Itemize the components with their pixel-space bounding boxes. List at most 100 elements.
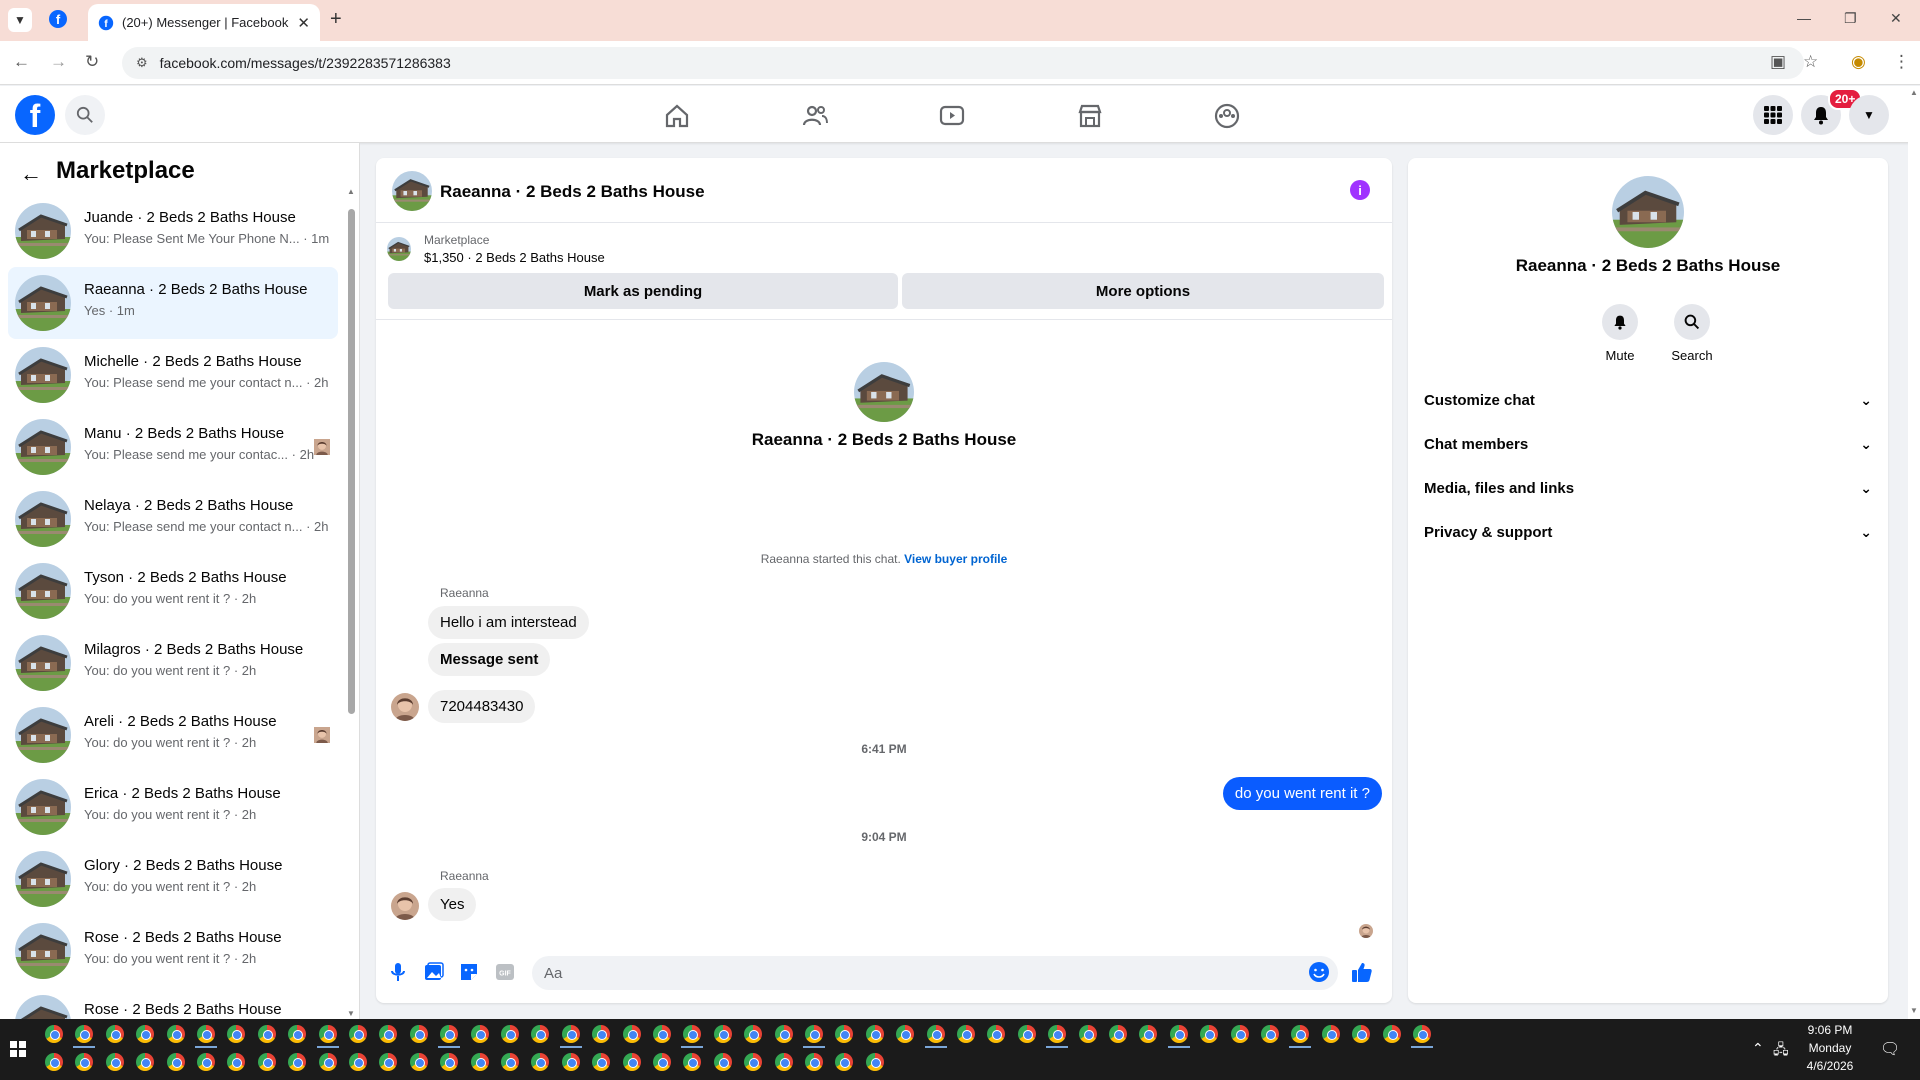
conversation-item[interactable]: Juande · 2 Beds 2 Baths House You: Please… bbox=[8, 195, 338, 267]
site-info-icon[interactable]: ⚙ bbox=[136, 55, 148, 71]
info-icon[interactable]: i bbox=[1350, 180, 1370, 200]
taskbar-chrome-icon[interactable] bbox=[1413, 1025, 1431, 1043]
taskbar-chrome-icon[interactable] bbox=[75, 1053, 94, 1071]
taskbar-chrome-icon[interactable] bbox=[926, 1025, 945, 1043]
taskbar-chrome-icon[interactable] bbox=[45, 1025, 63, 1043]
taskbar-chrome-icon[interactable] bbox=[835, 1053, 854, 1071]
taskbar-chrome-icon[interactable] bbox=[197, 1053, 215, 1071]
emoji-icon[interactable] bbox=[1307, 960, 1331, 984]
taskbar-chrome-icon[interactable] bbox=[653, 1025, 671, 1043]
minimize-icon[interactable]: — bbox=[1797, 10, 1811, 26]
chat-header-avatar[interactable] bbox=[392, 171, 432, 211]
taskbar-chrome-icon[interactable] bbox=[713, 1025, 732, 1043]
chat-members-section[interactable]: Chat members ⌄ bbox=[1424, 424, 1872, 464]
facebook-pinned-tab-icon[interactable]: f bbox=[48, 9, 68, 29]
address-bar[interactable]: ⚙ facebook.com/messages/t/23922835712863… bbox=[122, 47, 1804, 79]
conversation-item[interactable]: Rose · 2 Beds 2 Baths House You: do you w… bbox=[8, 915, 338, 987]
taskbar-chrome-icon[interactable] bbox=[45, 1053, 63, 1071]
message-input[interactable] bbox=[532, 956, 1338, 990]
taskbar-chrome-icon[interactable] bbox=[409, 1025, 428, 1043]
incoming-message[interactable]: Message sent bbox=[428, 643, 551, 676]
conversation-item[interactable]: Raeanna · 2 Beds 2 Baths House Yes · 1m bbox=[8, 267, 338, 339]
windows-start-icon[interactable] bbox=[10, 1041, 26, 1057]
taskbar-chrome-icon[interactable] bbox=[379, 1053, 398, 1071]
taskbar-chrome-icon[interactable] bbox=[1078, 1025, 1097, 1043]
reload-icon[interactable]: ↻ bbox=[85, 52, 99, 72]
taskbar-chrome-icon[interactable] bbox=[1139, 1025, 1158, 1043]
taskbar-chrome-icon[interactable] bbox=[1230, 1025, 1249, 1043]
taskbar-chrome-icon[interactable] bbox=[105, 1025, 124, 1043]
taskbar-chrome-icon[interactable] bbox=[531, 1025, 550, 1043]
taskbar-chrome-icon[interactable] bbox=[805, 1025, 823, 1043]
taskbar-chrome-icon[interactable] bbox=[288, 1053, 307, 1071]
taskbar-chrome-icon[interactable] bbox=[227, 1025, 246, 1043]
like-thumbs-up-icon[interactable] bbox=[1350, 960, 1374, 984]
video-icon[interactable] bbox=[938, 102, 966, 130]
marketplace-icon[interactable] bbox=[1076, 102, 1104, 130]
taskbar-chrome-icon[interactable] bbox=[805, 1053, 823, 1071]
taskbar-chrome-icon[interactable] bbox=[622, 1053, 641, 1071]
taskbar-chrome-icon[interactable] bbox=[227, 1053, 246, 1071]
conversation-item[interactable]: Tyson · 2 Beds 2 Baths House You: do you … bbox=[8, 555, 338, 627]
privacy-support-section[interactable]: Privacy & support ⌄ bbox=[1424, 512, 1872, 552]
taskbar-chrome-icon[interactable] bbox=[835, 1025, 854, 1043]
taskbar-chrome-icon[interactable] bbox=[257, 1053, 276, 1071]
chat-title[interactable]: Raeanna · 2 Beds 2 Baths House bbox=[440, 182, 705, 202]
sidebar-scroll-thumb[interactable] bbox=[348, 209, 355, 714]
taskbar-chrome-icon[interactable] bbox=[197, 1025, 215, 1043]
taskbar-chrome-icon[interactable] bbox=[1169, 1025, 1188, 1043]
install-app-icon[interactable]: ▣ bbox=[1770, 52, 1786, 72]
conversation-item[interactable]: Manu · 2 Beds 2 Baths House You: Please s… bbox=[8, 411, 338, 483]
taskbar-chrome-icon[interactable] bbox=[318, 1053, 337, 1071]
taskbar-chrome-icon[interactable] bbox=[1382, 1025, 1401, 1043]
friends-icon[interactable] bbox=[801, 102, 829, 130]
taskbar-chrome-icon[interactable] bbox=[440, 1053, 459, 1071]
conversation-item[interactable]: Nelaya · 2 Beds 2 Baths House You: Please… bbox=[8, 483, 338, 555]
taskbar-chrome-icon[interactable] bbox=[166, 1053, 185, 1071]
browser-menu-icon[interactable]: ⋮ bbox=[1893, 52, 1910, 72]
active-tab[interactable]: f (20+) Messenger | Facebook ✕ bbox=[88, 4, 320, 41]
gif-icon[interactable]: GIF bbox=[493, 960, 517, 984]
taskbar-chrome-icon[interactable] bbox=[75, 1025, 94, 1043]
taskbar-chrome-icon[interactable] bbox=[531, 1053, 550, 1071]
sender-avatar[interactable] bbox=[391, 892, 419, 920]
taskbar-chrome-icon[interactable] bbox=[349, 1025, 367, 1043]
conversation-item[interactable]: Michelle · 2 Beds 2 Baths House You: Plea… bbox=[8, 339, 338, 411]
listing-title[interactable]: $1,350 · 2 Beds 2 Baths House bbox=[424, 250, 605, 265]
network-icon[interactable]: 🖧 bbox=[1773, 1039, 1789, 1063]
page-scrollbar[interactable]: ▲ ▼ bbox=[1908, 86, 1920, 1019]
conversation-item[interactable]: Glory · 2 Beds 2 Baths House You: do you … bbox=[8, 843, 338, 915]
taskbar-chrome-icon[interactable] bbox=[744, 1053, 763, 1071]
home-icon[interactable] bbox=[663, 102, 691, 130]
taskbar-chrome-icon[interactable] bbox=[592, 1053, 611, 1071]
forward-icon[interactable]: → bbox=[50, 52, 67, 72]
mute-button[interactable]: Mute bbox=[1590, 304, 1650, 363]
taskbar-chrome-icon[interactable] bbox=[409, 1053, 428, 1071]
outgoing-message[interactable]: do you went rent it ? bbox=[1222, 777, 1382, 810]
taskbar-chrome-icon[interactable] bbox=[501, 1025, 519, 1043]
taskbar-chrome-icon[interactable] bbox=[1321, 1025, 1340, 1043]
taskbar-chrome-icon[interactable] bbox=[774, 1025, 793, 1043]
taskbar-chrome-icon[interactable] bbox=[470, 1053, 489, 1071]
taskbar-chrome-icon[interactable] bbox=[744, 1025, 763, 1043]
taskbar-chrome-icon[interactable] bbox=[288, 1025, 307, 1043]
taskbar-chrome-icon[interactable] bbox=[105, 1053, 124, 1071]
photo-icon[interactable] bbox=[422, 960, 446, 984]
taskbar-chrome-icon[interactable] bbox=[896, 1025, 915, 1043]
view-buyer-profile-link[interactable]: View buyer profile bbox=[904, 552, 1007, 566]
conversation-item[interactable]: Areli · 2 Beds 2 Baths House You: do you … bbox=[8, 699, 338, 771]
taskbar-chrome-icon[interactable] bbox=[1352, 1025, 1371, 1043]
groups-icon[interactable] bbox=[1213, 102, 1241, 130]
taskbar-chrome-icon[interactable] bbox=[1200, 1025, 1219, 1043]
taskbar-chrome-icon[interactable] bbox=[349, 1053, 367, 1071]
taskbar-chrome-icon[interactable] bbox=[136, 1053, 155, 1071]
taskbar-chrome-icon[interactable] bbox=[713, 1053, 732, 1071]
taskbar-chrome-icon[interactable] bbox=[987, 1025, 1006, 1043]
more-options-button[interactable]: More options bbox=[902, 273, 1384, 309]
new-tab-icon[interactable]: + bbox=[330, 8, 342, 31]
taskbar-chrome-icon[interactable] bbox=[1109, 1025, 1127, 1043]
taskbar-chrome-icon[interactable] bbox=[501, 1053, 519, 1071]
back-arrow-icon[interactable]: ← bbox=[20, 161, 42, 187]
taskbar-chrome-icon[interactable] bbox=[622, 1025, 641, 1043]
bookmark-star-icon[interactable]: ☆ bbox=[1803, 52, 1818, 72]
